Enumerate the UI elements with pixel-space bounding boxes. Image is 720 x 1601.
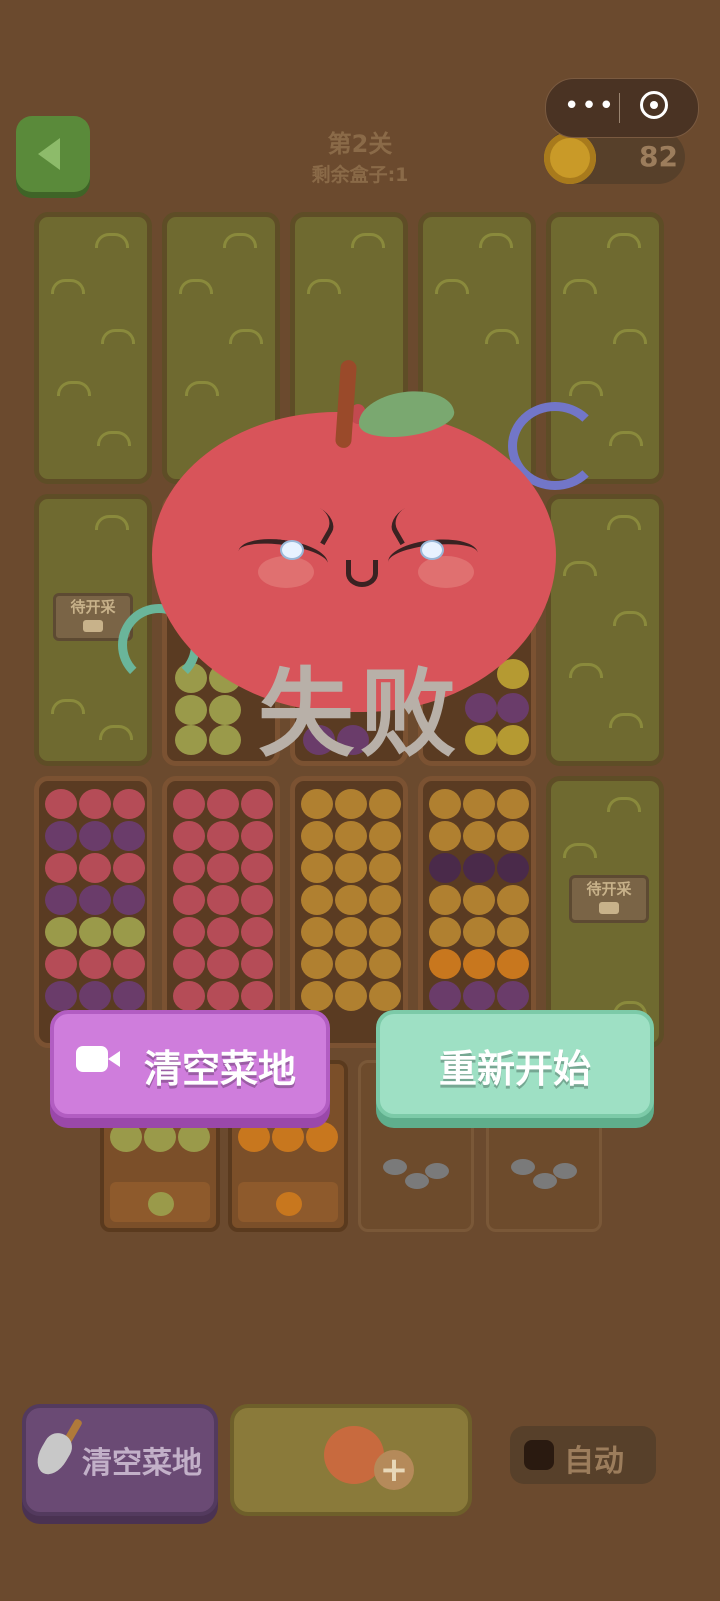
locked-plot-label: 待开采: [70, 598, 116, 616]
crop-plot[interactable]: [418, 776, 536, 1048]
fail-title: 失败: [258, 658, 462, 770]
video-icon: [599, 902, 619, 914]
coin-count: 82: [639, 140, 678, 173]
grass-plot: [34, 212, 152, 484]
clear-field-button[interactable]: 清空菜地: [22, 1404, 218, 1516]
close-icon[interactable]: [640, 91, 668, 119]
capsule-divider: [619, 93, 620, 123]
grass-plot: [546, 494, 664, 766]
locked-plot-label: 待开采: [586, 880, 632, 898]
video-icon: [83, 620, 103, 632]
mini-program-capsule: •••: [545, 78, 699, 138]
auto-label: 自动: [564, 1444, 624, 1479]
more-icon[interactable]: •••: [564, 91, 616, 121]
tear-icon: [420, 540, 444, 560]
clear-field-label: 清空菜地: [143, 1047, 296, 1091]
clear-field-video-button[interactable]: 清空菜地: [50, 1010, 330, 1118]
auto-checkbox[interactable]: [524, 1440, 554, 1470]
crop-plot[interactable]: [34, 776, 152, 1048]
plus-icon: +: [374, 1450, 414, 1490]
tear-icon: [280, 540, 304, 560]
crop-plot[interactable]: [162, 776, 280, 1048]
add-fruit-button[interactable]: +: [230, 1404, 472, 1516]
video-icon: [76, 1046, 120, 1072]
auto-toggle[interactable]: 自动: [510, 1426, 656, 1484]
restart-label: 重新开始: [438, 1047, 591, 1091]
locked-plot-sign[interactable]: 待开采: [569, 875, 649, 923]
clear-field-label: 清空菜地: [82, 1446, 202, 1481]
locked-plot[interactable]: 待开采: [546, 776, 664, 1048]
crop-plot[interactable]: [290, 776, 408, 1048]
restart-button[interactable]: 重新开始: [376, 1010, 654, 1118]
coin-icon: [544, 132, 596, 184]
apple-mouth: [346, 560, 378, 587]
